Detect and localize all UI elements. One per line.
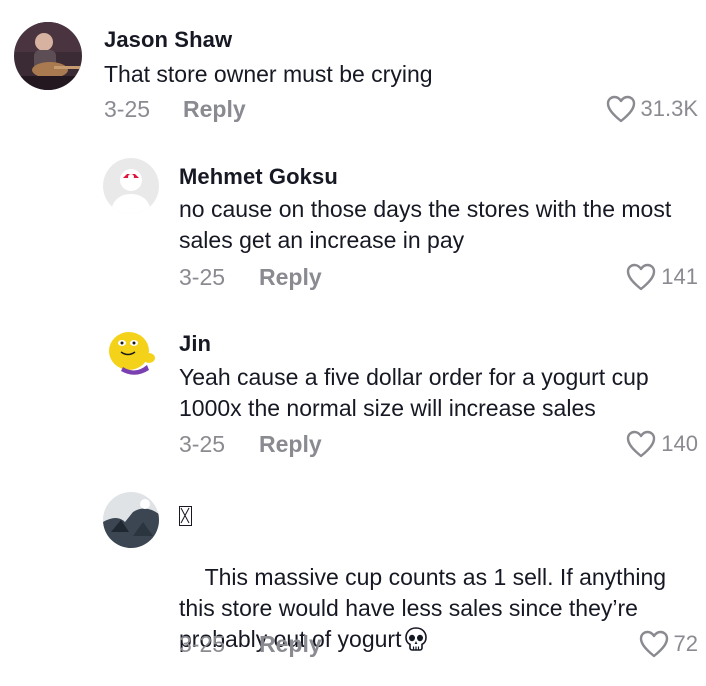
username[interactable]: Mehmet Goksu xyxy=(179,164,338,190)
comment-text: no cause on those days the stores with t… xyxy=(179,196,678,253)
dark-photo-icon xyxy=(103,492,159,548)
avatar[interactable] xyxy=(103,325,159,381)
heart-icon xyxy=(627,430,656,458)
like-count: 140 xyxy=(661,431,698,456)
username[interactable] xyxy=(179,503,192,529)
comment-text: That store owner must be crying xyxy=(104,61,433,87)
like-count: 141 xyxy=(661,264,698,289)
comment-date: 3-25 xyxy=(179,431,226,457)
comment-item: Jason Shaw That store owner must be cryi… xyxy=(0,0,706,140)
comment-text: This massive cup counts as 1 sell. If an… xyxy=(179,531,699,686)
comment-text: Yeah cause a five dollar order for a yog… xyxy=(179,364,656,421)
like-button[interactable]: 31.3K xyxy=(605,94,699,124)
comment-date: 3-25 xyxy=(104,96,151,122)
avatar[interactable] xyxy=(103,492,159,548)
heart-icon xyxy=(606,95,635,123)
reply-button[interactable]: Reply xyxy=(259,264,322,291)
yellow-character-icon xyxy=(103,325,159,381)
unsupported-glyph-icon xyxy=(179,506,192,526)
reply-button[interactable]: Reply xyxy=(183,96,246,123)
comment-date: 3-25 xyxy=(179,631,226,657)
like-count: 72 xyxy=(673,631,698,656)
like-count: 31.3K xyxy=(640,96,699,121)
default-user-icon xyxy=(103,158,159,214)
like-button[interactable]: 140 xyxy=(625,429,698,459)
username[interactable]: Jin xyxy=(179,331,211,357)
reply-button[interactable]: Reply xyxy=(259,431,322,458)
skull-emoji-icon xyxy=(403,626,429,652)
avatar[interactable] xyxy=(14,22,82,90)
comment-date: 3-25 xyxy=(179,264,226,290)
like-button[interactable]: 72 xyxy=(638,629,698,659)
username[interactable]: Jason Shaw xyxy=(104,27,232,53)
heart-icon xyxy=(639,630,668,658)
heart-icon xyxy=(627,263,656,291)
like-button[interactable]: 141 xyxy=(625,262,698,292)
avatar[interactable] xyxy=(103,158,159,214)
reply-button[interactable]: Reply xyxy=(259,631,322,658)
avatar-photo xyxy=(14,22,82,90)
